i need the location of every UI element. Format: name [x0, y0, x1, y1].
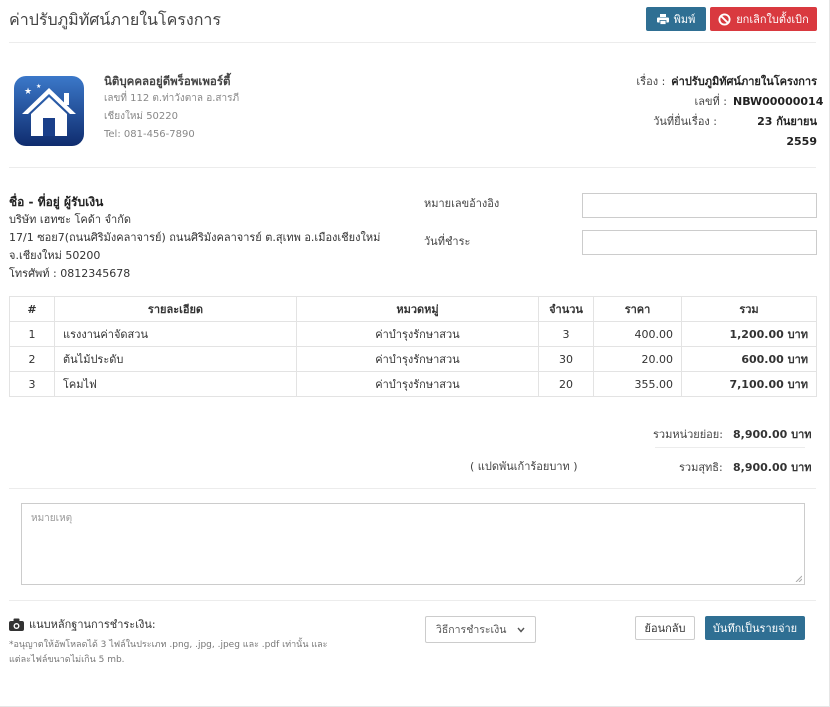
net-total-label: รวมสุทธิ:: [679, 461, 723, 474]
printer-icon: [656, 13, 669, 25]
summary-divider: [655, 447, 805, 448]
payment-method-select[interactable]: วิธีการชำระเงิน: [425, 616, 536, 643]
row-category: ค่าบำรุงรักษาสวน: [296, 371, 539, 397]
company-info: นิติบุคคลอยู่ดีพร็อพเพอร์ตี้ เลขที่ 112 …: [104, 72, 239, 144]
payee-name: บริษัท เฮทซะ โคด้า จำกัด: [9, 213, 131, 226]
print-button[interactable]: พิมพ์: [646, 7, 706, 31]
notes-placeholder: หมายเหตุ: [31, 513, 73, 524]
table-header-row: # รายละเอียด หมวดหมู่ จำนวน ราคา รวม: [9, 296, 817, 322]
row-price: 355.00: [593, 371, 682, 397]
col-header-number: #: [9, 296, 55, 322]
table-row: 1 แรงงานค่าจัดสวน ค่าบำรุงรักษาสวน 3 400…: [9, 321, 817, 347]
divider: [9, 600, 816, 601]
submit-date-value: 23 กันยายน 2559: [757, 115, 817, 148]
company-tel: Tel: 081-456-7890: [104, 129, 195, 140]
col-header-detail: รายละเอียด: [54, 296, 297, 322]
table-row: 2 ต้นไม้ประดับ ค่าบำรุงรักษาสวน 30 20.00…: [9, 346, 817, 372]
cancel-label: ยกเลิกใบตั้งเบิก: [736, 13, 809, 26]
row-number: 2: [9, 346, 55, 372]
row-detail: โคมไฟ: [54, 371, 297, 397]
divider: [9, 167, 816, 168]
payee-heading: ชื่อ - ที่อยู่ ผู้รับเงิน: [9, 195, 104, 209]
col-header-quantity: จำนวน: [538, 296, 594, 322]
subject-value: ค่าปรับภูมิทัศน์ภายในโครงการ: [671, 75, 817, 88]
chevron-down-icon: [517, 627, 525, 633]
page-title: ค่าปรับภูมิทัศน์ภายในโครงการ: [9, 10, 221, 29]
row-number: 3: [9, 371, 55, 397]
company-address: เลขที่ 112 ต.ท่าวังตาล อ.สารภี: [104, 93, 240, 104]
row-quantity: 30: [538, 346, 594, 372]
payment-date-label: วันที่ชำระ: [424, 235, 471, 248]
col-header-total: รวม: [681, 296, 817, 322]
camera-icon[interactable]: [9, 618, 24, 631]
payment-method-value: วิธีการชำระเงิน: [436, 624, 507, 636]
document-info: เรื่อง : ค่าปรับภูมิทัศน์ภายในโครงการ เล…: [557, 72, 824, 148]
row-total: 600.00 บาท: [681, 346, 817, 372]
upload-label: แนบหลักฐานการชำระเงิน:: [29, 618, 156, 631]
payee-info: ชื่อ - ที่อยู่ ผู้รับเงิน บริษัท เฮทซะ โ…: [9, 193, 380, 283]
payment-proof-upload[interactable]: แนบหลักฐานการชำระเงิน: *อนุญาตให้อัพโหลด…: [9, 615, 349, 668]
company-logo: ★ ★: [14, 76, 84, 146]
net-total-value: 8,900.00 บาท: [733, 461, 812, 474]
amount-in-words: ( แปดพันเก้าร้อยบาท ): [470, 460, 578, 473]
col-header-category: หมวดหมู่: [296, 296, 539, 322]
subtotal-value: 8,900.00 บาท: [733, 428, 812, 441]
payee-phone: โทรศัพท์ : 0812345678: [9, 267, 131, 280]
row-category: ค่าบำรุงรักษาสวน: [296, 346, 539, 372]
payee-address: 17/1 ซอย7(ถนนศิริมังคลาจารย์) ถนนศิริมัง…: [9, 231, 381, 244]
back-button[interactable]: ย้อนกลับ: [635, 616, 695, 640]
svg-text:★: ★: [36, 83, 41, 90]
row-total: 1,200.00 บาท: [681, 321, 817, 347]
submit-date-label: วันที่ยื่นเรื่อง :: [653, 115, 717, 128]
company-name: นิติบุคคลอยู่ดีพร็อพเพอร์ตี้: [104, 74, 231, 88]
row-number: 1: [9, 321, 55, 347]
col-header-price: ราคา: [593, 296, 682, 322]
reference-number-label: หมายเลขอ้างอิง: [424, 197, 500, 210]
cancel-request-button[interactable]: ยกเลิกใบตั้งเบิก: [710, 7, 817, 31]
row-quantity: 20: [538, 371, 594, 397]
upload-note: *อนุญาตให้อัพโหลดได้ 3 ไฟล์ในประเภท .png…: [9, 640, 328, 665]
row-category: ค่าบำรุงรักษาสวน: [296, 321, 539, 347]
row-total: 7,100.00 บาท: [681, 371, 817, 397]
svg-text:★: ★: [24, 87, 32, 97]
divider: [9, 488, 816, 489]
row-detail: แรงงานค่าจัดสวน: [54, 321, 297, 347]
ban-icon: [718, 12, 731, 26]
subtotal-label: รวมหน่วยย่อย:: [653, 428, 723, 441]
table-row: 3 โคมไฟ ค่าบำรุงรักษาสวน 20 355.00 7,100…: [9, 371, 817, 397]
resize-grip-icon[interactable]: [794, 574, 802, 582]
company-city: เชียงใหม่ 50220: [104, 111, 179, 122]
row-quantity: 3: [538, 321, 594, 347]
divider: [9, 42, 816, 43]
doc-number-label: เลขที่ :: [694, 95, 727, 108]
payee-province: จ.เชียงใหม่ 50200: [9, 249, 101, 262]
row-price: 20.00: [593, 346, 682, 372]
reference-number-input[interactable]: [582, 193, 817, 218]
row-price: 400.00: [593, 321, 682, 347]
notes-textarea[interactable]: หมายเหตุ: [21, 503, 805, 585]
subject-label: เรื่อง :: [636, 75, 666, 88]
invoice-page: ค่าปรับภูมิทัศน์ภายในโครงการ พิมพ์ ยกเลิ…: [0, 0, 830, 707]
items-table: # รายละเอียด หมวดหมู่ จำนวน ราคา รวม 1 แ…: [9, 296, 817, 397]
payment-date-input[interactable]: [582, 230, 817, 255]
save-as-expense-button[interactable]: บันทึกเป็นรายจ่าย: [705, 616, 805, 640]
row-detail: ต้นไม้ประดับ: [54, 346, 297, 372]
print-label: พิมพ์: [673, 13, 696, 26]
doc-number-value: NBW00000014: [733, 95, 824, 108]
